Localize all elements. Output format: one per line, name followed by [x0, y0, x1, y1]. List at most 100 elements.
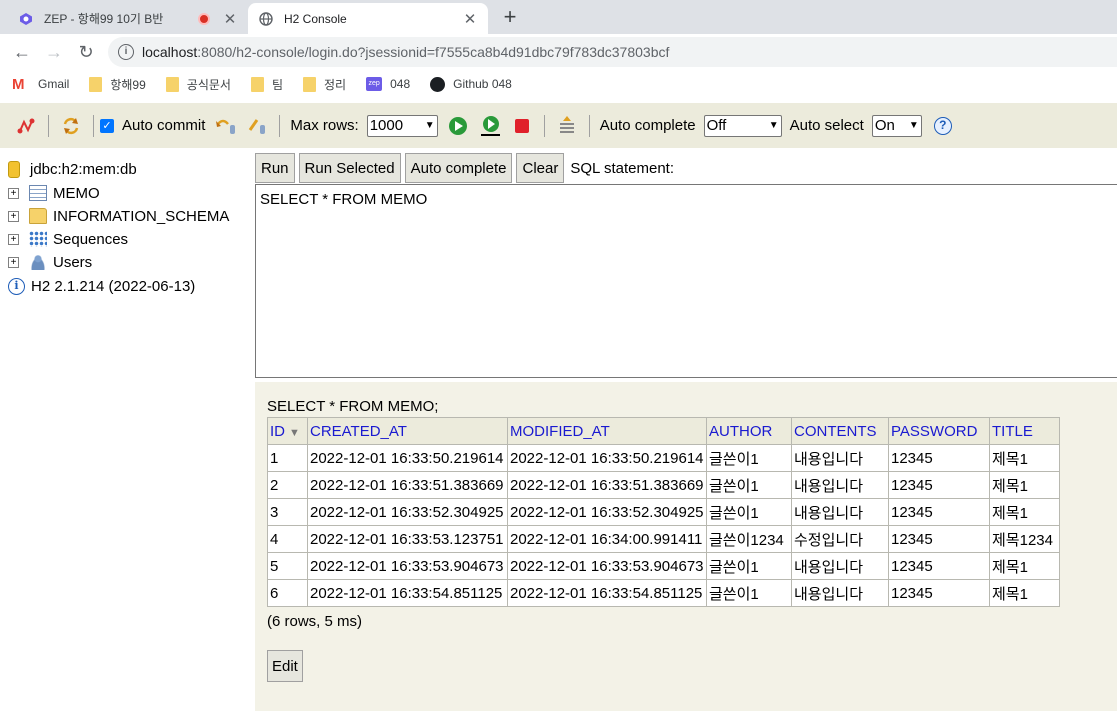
bookmark-github[interactable]: Github 048 — [430, 76, 512, 92]
column-header-title[interactable]: TITLE — [989, 417, 1060, 445]
results-panel: SELECT * FROM MEMO; ID ▼ CREATED_AT MODIF… — [255, 382, 1117, 711]
column-header-modified-at[interactable]: MODIFIED_AT — [507, 417, 707, 445]
schema-tree: jdbc:h2:mem:db + MEMO + INFORMATION_SCHE… — [0, 150, 255, 711]
run-icon[interactable] — [448, 116, 468, 136]
expand-icon[interactable]: + — [8, 210, 19, 222]
auto-complete-select[interactable]: Off ▼ — [703, 114, 782, 137]
refresh-icon[interactable] — [61, 116, 81, 136]
sql-statement-label: SQL statement: — [570, 159, 675, 177]
bookmark-team[interactable]: 팀 — [250, 76, 283, 93]
users-icon — [29, 254, 47, 270]
site-info-icon[interactable]: i — [118, 44, 134, 60]
forward-arrow-icon[interactable]: → — [42, 40, 66, 64]
folder-icon — [250, 76, 264, 92]
folder-icon — [29, 208, 47, 224]
table-row[interactable]: 3 2022-12-01 16:33:52.304925 2022-12-01 16… — [267, 498, 1060, 526]
history-icon[interactable] — [557, 115, 577, 136]
bookmarks-bar: M Gmail 항해99 공식문서 팀 정리 zep 048 Github 048 — [0, 70, 1117, 98]
bookmark-048[interactable]: zep 048 — [366, 77, 410, 91]
table-row[interactable]: 5 2022-12-01 16:33:53.904673 2022-12-01 16… — [267, 552, 1060, 580]
address-bar-row: ← → ↻ i localhost:8080/h2-console/login.… — [0, 34, 1117, 70]
sql-editor[interactable]: SELECT * FROM MEMO — [255, 184, 1117, 378]
sort-descending-icon: ▼ — [289, 426, 300, 439]
tree-node-memo[interactable]: + MEMO — [8, 182, 100, 204]
run-button[interactable]: Run — [255, 153, 295, 183]
close-tab-icon[interactable]: ✕ — [462, 10, 478, 28]
chevron-down-icon: ▼ — [908, 120, 919, 131]
tree-node-sequences[interactable]: + Sequences — [8, 228, 128, 250]
database-icon — [8, 160, 20, 178]
help-icon[interactable]: ? — [933, 116, 952, 135]
sequences-icon — [29, 231, 47, 247]
column-header-id[interactable]: ID ▼ — [267, 417, 308, 445]
chevron-down-icon: ▼ — [768, 120, 779, 131]
toolbar-separator — [48, 114, 49, 137]
toolbar-separator — [93, 114, 94, 137]
recording-icon — [198, 12, 210, 25]
table-row[interactable]: 1 2022-12-01 16:33:50.219614 2022-12-01 16… — [267, 444, 1060, 472]
h2-toolbar: ✓ Auto commit Max rows: 1000 ▼ Auto compl… — [0, 103, 1117, 148]
bookmark-docs[interactable]: 공식문서 — [165, 76, 231, 93]
column-header-password[interactable]: PASSWORD — [888, 417, 990, 445]
result-summary: (6 rows, 5 ms) — [267, 613, 363, 630]
zep-favicon-icon — [18, 11, 34, 27]
auto-commit-checkbox[interactable]: ✓ — [100, 118, 114, 133]
new-tab-button[interactable]: + — [498, 5, 522, 29]
tab-h2-console[interactable]: H2 Console ✕ — [248, 3, 488, 34]
disconnect-icon[interactable] — [16, 116, 36, 136]
auto-select-select[interactable]: On ▼ — [871, 114, 922, 137]
url-input[interactable]: i localhost:8080/h2-console/login.do?jse… — [108, 37, 1117, 67]
column-header-created-at[interactable]: CREATED_AT — [307, 417, 508, 445]
info-icon: i — [8, 277, 25, 295]
tree-node-users[interactable]: + Users — [8, 251, 92, 273]
auto-commit-label: Auto commit — [122, 117, 206, 134]
stop-icon[interactable] — [512, 116, 532, 136]
edit-button[interactable]: Edit — [267, 650, 303, 682]
clear-button[interactable]: Clear — [516, 153, 565, 183]
table-row[interactable]: 4 2022-12-01 16:33:53.123751 2022-12-01 16… — [267, 525, 1060, 553]
close-tab-icon[interactable]: ✕ — [222, 10, 238, 28]
run-selected-icon[interactable] — [480, 115, 500, 136]
column-header-author[interactable]: AUTHOR — [706, 417, 792, 445]
tab-zep[interactable]: ZEP - 항해99 10기 B반 ✕ — [8, 3, 248, 34]
tab-title: ZEP - 항해99 10기 B반 — [44, 12, 164, 26]
zep-icon: zep — [366, 77, 383, 91]
table-row[interactable]: 6 2022-12-01 16:33:54.851125 2022-12-01 16… — [267, 579, 1060, 607]
commit-icon[interactable] — [247, 116, 267, 136]
globe-icon — [258, 11, 274, 27]
max-rows-select[interactable]: 1000 ▼ — [366, 114, 438, 137]
tree-node-information-schema[interactable]: + INFORMATION_SCHEMA — [8, 205, 229, 227]
run-selected-button[interactable]: Run Selected — [298, 153, 401, 183]
folder-icon — [165, 76, 179, 92]
auto-select-label: Auto select — [789, 117, 864, 134]
table-row[interactable]: 2 2022-12-01 16:33:51.383669 2022-12-01 16… — [267, 471, 1060, 499]
result-statement: SELECT * FROM MEMO; — [267, 398, 439, 415]
column-header-contents[interactable]: CONTENTS — [791, 417, 889, 445]
url-host: localhost — [142, 44, 198, 60]
results-table: ID ▼ CREATED_AT MODIFIED_AT AUTHOR CONTEN… — [267, 417, 1060, 607]
auto-complete-button[interactable]: Auto complete — [404, 153, 513, 183]
toolbar-separator — [588, 114, 590, 137]
expand-icon[interactable]: + — [8, 256, 19, 268]
back-arrow-icon[interactable]: ← — [10, 40, 34, 64]
bookmark-hanghae[interactable]: 항해99 — [89, 76, 146, 93]
tree-connection[interactable]: jdbc:h2:mem:db — [8, 158, 137, 180]
expand-icon[interactable]: + — [8, 187, 19, 199]
rollback-icon[interactable] — [215, 116, 236, 136]
chevron-down-icon: ▼ — [424, 120, 435, 131]
reload-icon[interactable]: ↻ — [74, 40, 98, 64]
tree-version: i H2 2.1.214 (2022-06-13) — [8, 275, 195, 297]
auto-complete-label: Auto complete — [599, 117, 696, 134]
table-icon — [29, 185, 47, 201]
query-toolbar: Run Run Selected Auto complete Clear SQL… — [255, 152, 674, 184]
github-icon — [430, 76, 446, 92]
max-rows-label: Max rows: — [290, 117, 359, 134]
tab-title: H2 Console — [284, 11, 347, 26]
url-path: :8080/h2-console/login.do?jsessionid=f75… — [197, 44, 670, 60]
toolbar-separator — [279, 114, 281, 137]
browser-tabstrip: ZEP - 항해99 10기 B반 ✕ H2 Console ✕ + — [0, 0, 1117, 34]
bookmark-notes[interactable]: 정리 — [303, 76, 346, 93]
bookmark-gmail[interactable]: M Gmail — [12, 76, 69, 93]
folder-icon — [89, 76, 103, 92]
expand-icon[interactable]: + — [8, 233, 19, 245]
